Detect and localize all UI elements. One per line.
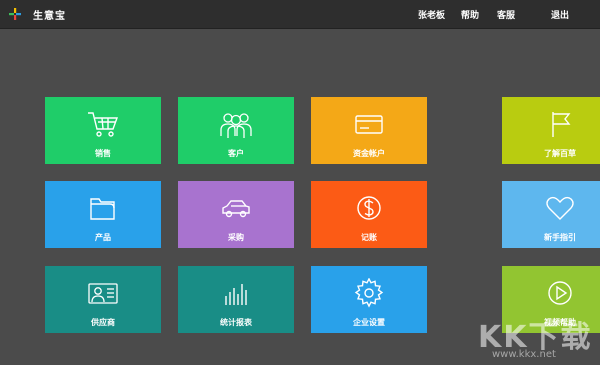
- user-name-link[interactable]: 张老板: [418, 8, 445, 21]
- tile-sales[interactable]: 销售: [45, 97, 161, 164]
- flag-icon: [552, 112, 571, 137]
- car-icon: [222, 200, 250, 218]
- tile-label: 资金帐户: [353, 149, 385, 158]
- gear-icon: [354, 278, 384, 308]
- heart-icon: [546, 196, 574, 220]
- tile-bookkeeping[interactable]: 记账: [311, 181, 427, 248]
- card-icon: [355, 115, 383, 134]
- logout-link[interactable]: 退出: [551, 8, 569, 21]
- tile-label: 销售: [95, 149, 111, 158]
- tile-reports[interactable]: 统计报表: [178, 266, 294, 333]
- bar-chart-icon: [225, 284, 247, 305]
- tile-label: 产品: [95, 233, 111, 242]
- app-title: 生意宝: [33, 11, 66, 22]
- app-logo-icon: [9, 8, 21, 20]
- tile-about[interactable]: 了解百草: [502, 97, 600, 164]
- cart-icon: [88, 112, 118, 137]
- tile-funds[interactable]: 资金帐户: [311, 97, 427, 164]
- tile-label: 记账: [361, 233, 377, 242]
- folder-icon: [90, 198, 115, 220]
- watermark-url: www.kkx.net: [492, 349, 556, 360]
- tile-label: 企业设置: [353, 318, 385, 327]
- tile-label: 采购: [228, 233, 244, 242]
- dollar-icon: [357, 196, 381, 220]
- tile-label: 统计报表: [220, 318, 252, 327]
- tile-label: 新手指引: [544, 233, 576, 242]
- tile-label: 客户: [228, 149, 244, 158]
- tile-label: 供应商: [91, 318, 115, 327]
- users-icon: [220, 113, 252, 138]
- tile-label: 了解百草: [544, 149, 576, 158]
- service-link[interactable]: 客服: [497, 8, 515, 21]
- tile-guide[interactable]: 新手指引: [502, 181, 600, 248]
- tile-purchase[interactable]: 采购: [178, 181, 294, 248]
- tile-customers[interactable]: 客户: [178, 97, 294, 164]
- top-bar: 生意宝 张老板 帮助 客服 退出: [0, 0, 600, 29]
- tile-suppliers[interactable]: 供应商: [45, 266, 161, 333]
- id-card-icon: [88, 283, 118, 304]
- tile-products[interactable]: 产品: [45, 181, 161, 248]
- play-icon: [548, 281, 572, 305]
- tile-settings[interactable]: 企业设置: [311, 266, 427, 333]
- help-link[interactable]: 帮助: [461, 8, 479, 21]
